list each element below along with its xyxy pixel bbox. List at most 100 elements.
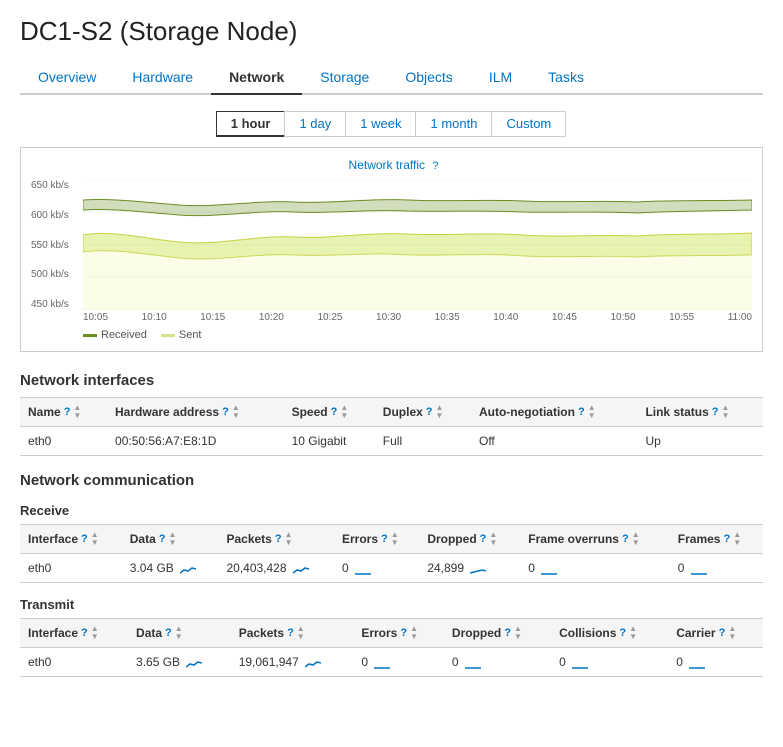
trans-errors-help[interactable]: ? [400,627,407,639]
recv-frames-help[interactable]: ? [723,533,730,545]
recv-errors-sort[interactable]: ▲▼ [391,531,399,547]
trans-data-help[interactable]: ? [165,627,172,639]
recv-cell-packets: 20,403,428 [218,554,334,583]
recv-data-help[interactable]: ? [159,533,166,545]
recv-col-dropped: Dropped ? ▲▼ [419,525,520,554]
trans-carrier-help[interactable]: ? [719,627,726,639]
autoneg-help-icon[interactable]: ? [578,406,585,418]
trans-packets-minichart [305,657,321,669]
trans-col-collisions: Collisions ? ▲▼ [551,619,668,648]
duplex-sort[interactable]: ▲▼ [436,404,444,420]
linkstatus-sort[interactable]: ▲▼ [722,404,730,420]
network-interfaces-title: Network interfaces [20,372,763,389]
chart-help-icon[interactable]: ? [432,160,438,172]
cell-speed: 10 Gigabit [284,427,375,456]
table-row: eth0 3.04 GB 20,403,428 0 [20,554,763,583]
trans-interface-help[interactable]: ? [81,627,88,639]
recv-frameoverrun-help[interactable]: ? [622,533,629,545]
recv-cell-interface: eth0 [20,554,122,583]
recv-data-minichart [180,563,196,575]
tab-objects[interactable]: Objects [387,61,470,95]
recv-packets-sort[interactable]: ▲▼ [285,531,293,547]
trans-collisions-help[interactable]: ? [619,627,626,639]
transmit-title: Transmit [20,597,763,612]
trans-interface-sort[interactable]: ▲▼ [91,625,99,641]
time-tab-1day[interactable]: 1 day [284,111,346,137]
receive-table: Interface ? ▲▼ Data ? ▲▼ Packets ? [20,524,763,583]
time-tab-1month[interactable]: 1 month [415,111,492,137]
trans-col-packets: Packets ? ▲▼ [231,619,354,648]
tab-ilm[interactable]: ILM [471,61,530,95]
recv-dropped-help[interactable]: ? [480,533,487,545]
recv-dropped-sort[interactable]: ▲▼ [489,531,497,547]
legend-received-label: Received [101,329,147,341]
tab-network[interactable]: Network [211,61,302,95]
recv-col-frame-overruns: Frame overruns ? ▲▼ [520,525,670,554]
page-title: DC1-S2 (Storage Node) [20,16,763,47]
legend-sent: Sent [161,329,202,341]
trans-errors-sort[interactable]: ▲▼ [410,625,418,641]
table-row: eth0 3.65 GB 19,061,947 0 [20,648,763,677]
recv-data-sort[interactable]: ▲▼ [169,531,177,547]
recv-errors-help[interactable]: ? [381,533,388,545]
legend-sent-label: Sent [179,329,202,341]
tab-hardware[interactable]: Hardware [114,61,211,95]
tab-storage[interactable]: Storage [302,61,387,95]
time-tabs: 1 hour 1 day 1 week 1 month Custom [20,111,763,137]
recv-cell-frameoverruns: 0 [520,554,670,583]
chart-y-labels: 650 kb/s 600 kb/s 550 kb/s 500 kb/s 450 … [31,180,73,310]
table-row: eth0 00:50:56:A7:E8:1D 10 Gigabit Full O… [20,427,763,456]
trans-errors-minichart [374,657,390,669]
col-link-status: Link status ? ▲▼ [637,398,763,427]
recv-interface-help[interactable]: ? [81,533,88,545]
trans-col-errors: Errors ? ▲▼ [353,619,444,648]
recv-packets-help[interactable]: ? [275,533,282,545]
time-tab-custom[interactable]: Custom [491,111,566,137]
cell-duplex: Full [375,427,471,456]
network-interfaces-table: Name ? ▲▼ Hardware address ? ▲▼ Speed [20,397,763,456]
recv-col-frames: Frames ? ▲▼ [670,525,763,554]
recv-cell-dropped: 24,899 [419,554,520,583]
hardware-sort[interactable]: ▲▼ [232,404,240,420]
linkstatus-help-icon[interactable]: ? [712,406,719,418]
speed-help-icon[interactable]: ? [331,406,338,418]
recv-col-data: Data ? ▲▼ [122,525,219,554]
recv-interface-sort[interactable]: ▲▼ [91,531,99,547]
name-help-icon[interactable]: ? [64,406,71,418]
recv-frameoverrun-sort[interactable]: ▲▼ [632,531,640,547]
trans-collisions-minichart [572,657,588,669]
hardware-help-icon[interactable]: ? [222,406,229,418]
name-sort[interactable]: ▲▼ [73,404,81,420]
trans-cell-packets: 19,061,947 [231,648,354,677]
cell-auto-negotiation: Off [471,427,637,456]
trans-dropped-help[interactable]: ? [504,627,511,639]
col-name: Name ? ▲▼ [20,398,107,427]
legend-received-dot [83,334,97,337]
trans-packets-sort[interactable]: ▲▼ [297,625,305,641]
transmit-table: Interface ? ▲▼ Data ? ▲▼ Packets ? [20,618,763,677]
trans-dropped-minichart [465,657,481,669]
speed-sort[interactable]: ▲▼ [340,404,348,420]
recv-frames-sort[interactable]: ▲▼ [733,531,741,547]
chart-inner [83,180,752,310]
col-hardware-address: Hardware address ? ▲▼ [107,398,284,427]
cell-link-status: Up [637,427,763,456]
duplex-help-icon[interactable]: ? [426,406,433,418]
time-tab-1hour[interactable]: 1 hour [216,111,286,137]
recv-cell-frames: 0 [670,554,763,583]
chart-container: Network traffic ? 650 kb/s 600 kb/s 550 … [20,147,763,352]
trans-collisions-sort[interactable]: ▲▼ [629,625,637,641]
receive-title: Receive [20,503,763,518]
trans-packets-help[interactable]: ? [287,627,294,639]
trans-data-sort[interactable]: ▲▼ [175,625,183,641]
chart-svg [83,180,752,310]
recv-cell-errors: 0 [334,554,419,583]
tab-tasks[interactable]: Tasks [530,61,602,95]
trans-carrier-sort[interactable]: ▲▼ [728,625,736,641]
trans-dropped-sort[interactable]: ▲▼ [514,625,522,641]
tab-overview[interactable]: Overview [20,61,114,95]
time-tab-1week[interactable]: 1 week [345,111,416,137]
autoneg-sort[interactable]: ▲▼ [588,404,596,420]
trans-col-interface: Interface ? ▲▼ [20,619,128,648]
trans-cell-interface: eth0 [20,648,128,677]
